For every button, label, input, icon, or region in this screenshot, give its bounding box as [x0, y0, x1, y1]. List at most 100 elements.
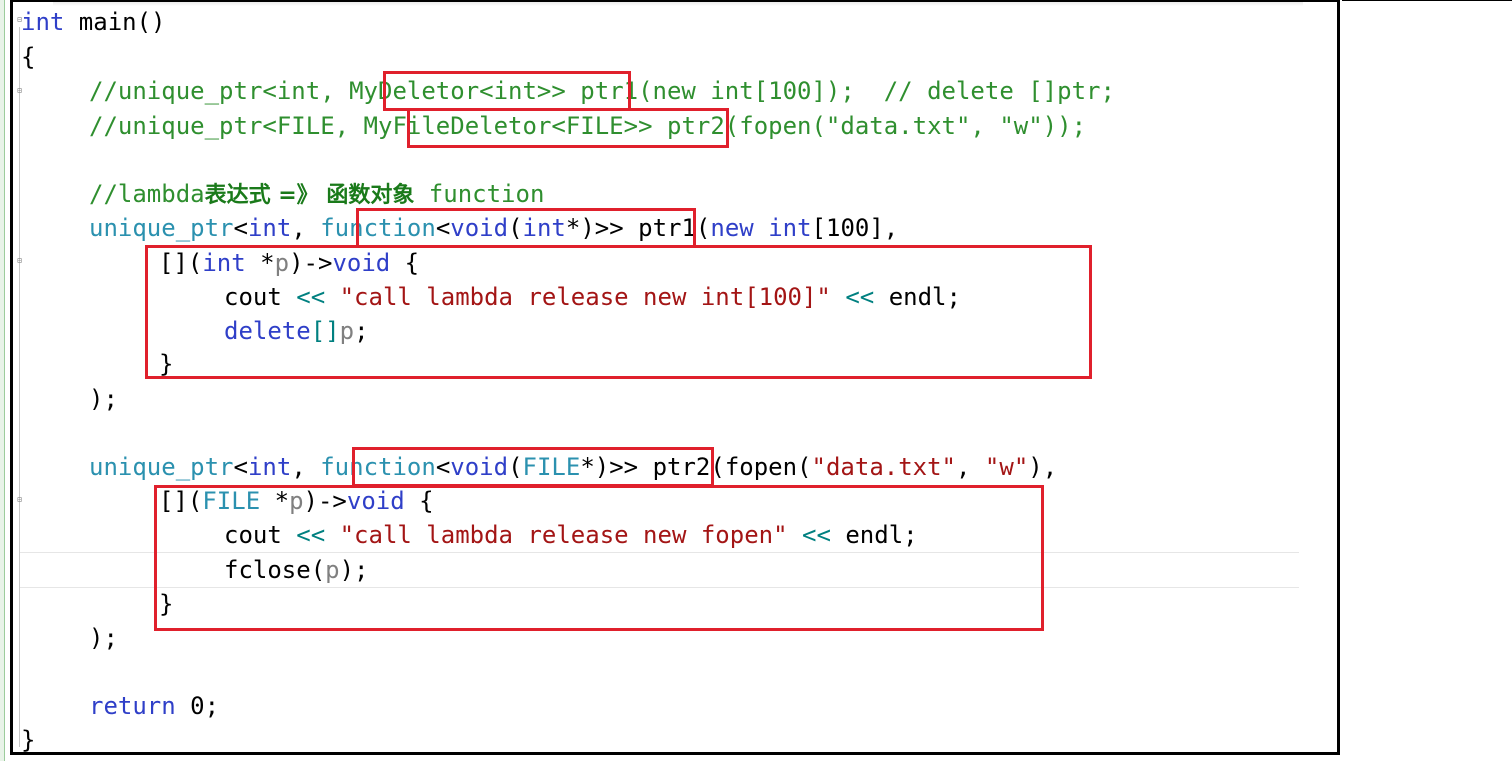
- keyword: delete: [224, 317, 311, 345]
- code-line-19: }: [21, 723, 36, 754]
- code-line-6: unique_ptr<int, function<void(int*)>> pt…: [89, 211, 898, 245]
- code-line-14: cout << "call lambda release new fopen" …: [224, 518, 918, 552]
- keyword: new: [710, 214, 754, 242]
- operator: <<: [845, 283, 875, 311]
- code-text: fclose(: [224, 556, 326, 584]
- code-text: ;: [354, 317, 369, 345]
- code-text: ,: [291, 214, 321, 242]
- code-text: }: [159, 590, 174, 618]
- code-line-12: unique_ptr<int, function<void(FILE*)>> p…: [89, 450, 1057, 484]
- code-text: <: [233, 453, 248, 481]
- code-line-8: cout << "call lambda release new int[100…: [224, 280, 961, 314]
- comment-text: > ptr1(new int[100]); // delete []ptr;: [551, 77, 1115, 105]
- string-literal: "call lambda release new fopen": [339, 521, 788, 549]
- fold-toggle-icon[interactable]: ⊟: [16, 496, 23, 504]
- code-line-5: //lambda表达式 =》 函数对象 function: [89, 177, 544, 211]
- code-text: endl;: [874, 283, 961, 311]
- keyword: int: [768, 214, 812, 242]
- code-line-10: }: [159, 347, 173, 381]
- code-text: *: [245, 249, 275, 277]
- fold-toggle-icon[interactable]: ⊟: [16, 87, 23, 95]
- code-line-3: //unique_ptr<int, MyDeletor<int>> ptr1(n…: [89, 74, 1115, 108]
- type-name: unique_ptr: [89, 453, 234, 481]
- code-line-1: int main(): [21, 5, 166, 39]
- code-text: [100],: [811, 214, 899, 242]
- code-text: cout: [224, 283, 297, 311]
- code-text: }: [21, 726, 36, 754]
- code-text: *): [580, 453, 610, 481]
- keyword: int: [522, 214, 566, 242]
- code-line-9: delete[]p;: [224, 314, 369, 348]
- code-text: 0;: [175, 692, 220, 720]
- type-name: unique_ptr: [89, 214, 234, 242]
- code-text: ,: [956, 453, 985, 481]
- code-line-2: {: [21, 40, 35, 74]
- code-line-16: }: [159, 587, 173, 621]
- code-text: {: [390, 249, 420, 277]
- type-name: FILE: [522, 453, 581, 481]
- code-text: ,: [291, 453, 321, 481]
- code-text: endl;: [830, 521, 918, 549]
- comment-text: MyDeletor<int>: [349, 77, 552, 105]
- code-line-17: );: [89, 621, 118, 655]
- code-line-15: fclose(p);: [224, 553, 369, 587]
- current-line-highlight: [19, 552, 1299, 588]
- parameter-name: p: [339, 317, 355, 345]
- code-editor[interactable]: ⊟ ⊟ ⊟ ⊟ int main() { //unique_ptr<int, M…: [10, 0, 1340, 755]
- code-text: [](: [159, 249, 203, 277]
- operator: <<: [802, 521, 831, 549]
- type-name: function: [320, 453, 436, 481]
- code-text: }: [159, 350, 174, 378]
- code-text: )->: [289, 249, 333, 277]
- parameter-name: p: [289, 487, 304, 515]
- string-literal: "call lambda release new int[100]": [339, 283, 831, 311]
- code-text: )->: [303, 487, 347, 515]
- code-text: >> ptr2(fopen(: [609, 453, 812, 481]
- fold-guide: [19, 27, 20, 747]
- code-text: >> ptr1(: [594, 214, 711, 242]
- keyword: void: [450, 214, 509, 242]
- parameter-name: p: [325, 556, 340, 584]
- operator: <<: [296, 283, 326, 311]
- keyword: int: [247, 214, 292, 242]
- keyword: void: [332, 249, 391, 277]
- code-line-11: );: [89, 382, 118, 416]
- keyword: void: [450, 453, 509, 481]
- code-text: (: [508, 214, 523, 242]
- parameter-name: p: [274, 249, 290, 277]
- code-text: (: [508, 453, 523, 481]
- code-text: <: [233, 214, 248, 242]
- comment-text: //unique_ptr<int,: [89, 77, 350, 105]
- code-text: );: [89, 385, 118, 413]
- code-text: *: [260, 487, 290, 515]
- comment-text: function: [414, 180, 545, 208]
- string-literal: "data.txt": [811, 453, 957, 481]
- comment-text: > ptr2(fopen("data.txt", "w"));: [638, 112, 1087, 140]
- comment-text: MyFileDeletor<FILE>: [363, 112, 639, 140]
- code-line-13: [](FILE *p)->void {: [159, 484, 434, 518]
- code-text: [](: [159, 487, 203, 515]
- code-line-7: [](int *p)->void {: [159, 246, 419, 280]
- change-gutter: [0, 0, 5, 761]
- keyword: int: [202, 249, 246, 277]
- fold-toggle-icon[interactable]: ⊟: [16, 257, 23, 265]
- code-text: cout: [224, 521, 297, 549]
- code-line-4: //unique_ptr<FILE, MyFileDeletor<FILE>> …: [89, 109, 1086, 143]
- keyword: void: [346, 487, 405, 515]
- operator: []: [310, 317, 340, 345]
- comment-cjk-text: 表达式 =》 函数对象: [204, 183, 415, 208]
- keyword: return: [89, 692, 176, 720]
- type-name: function: [320, 214, 436, 242]
- code-text: {: [404, 487, 434, 515]
- code-text: {: [21, 43, 36, 71]
- type-name: FILE: [202, 487, 261, 515]
- operator: <<: [296, 521, 326, 549]
- keyword: int: [247, 453, 292, 481]
- top-shadow: [53, 2, 1303, 6]
- code-line-18: return 0;: [89, 689, 219, 723]
- string-literal: "w": [984, 453, 1029, 481]
